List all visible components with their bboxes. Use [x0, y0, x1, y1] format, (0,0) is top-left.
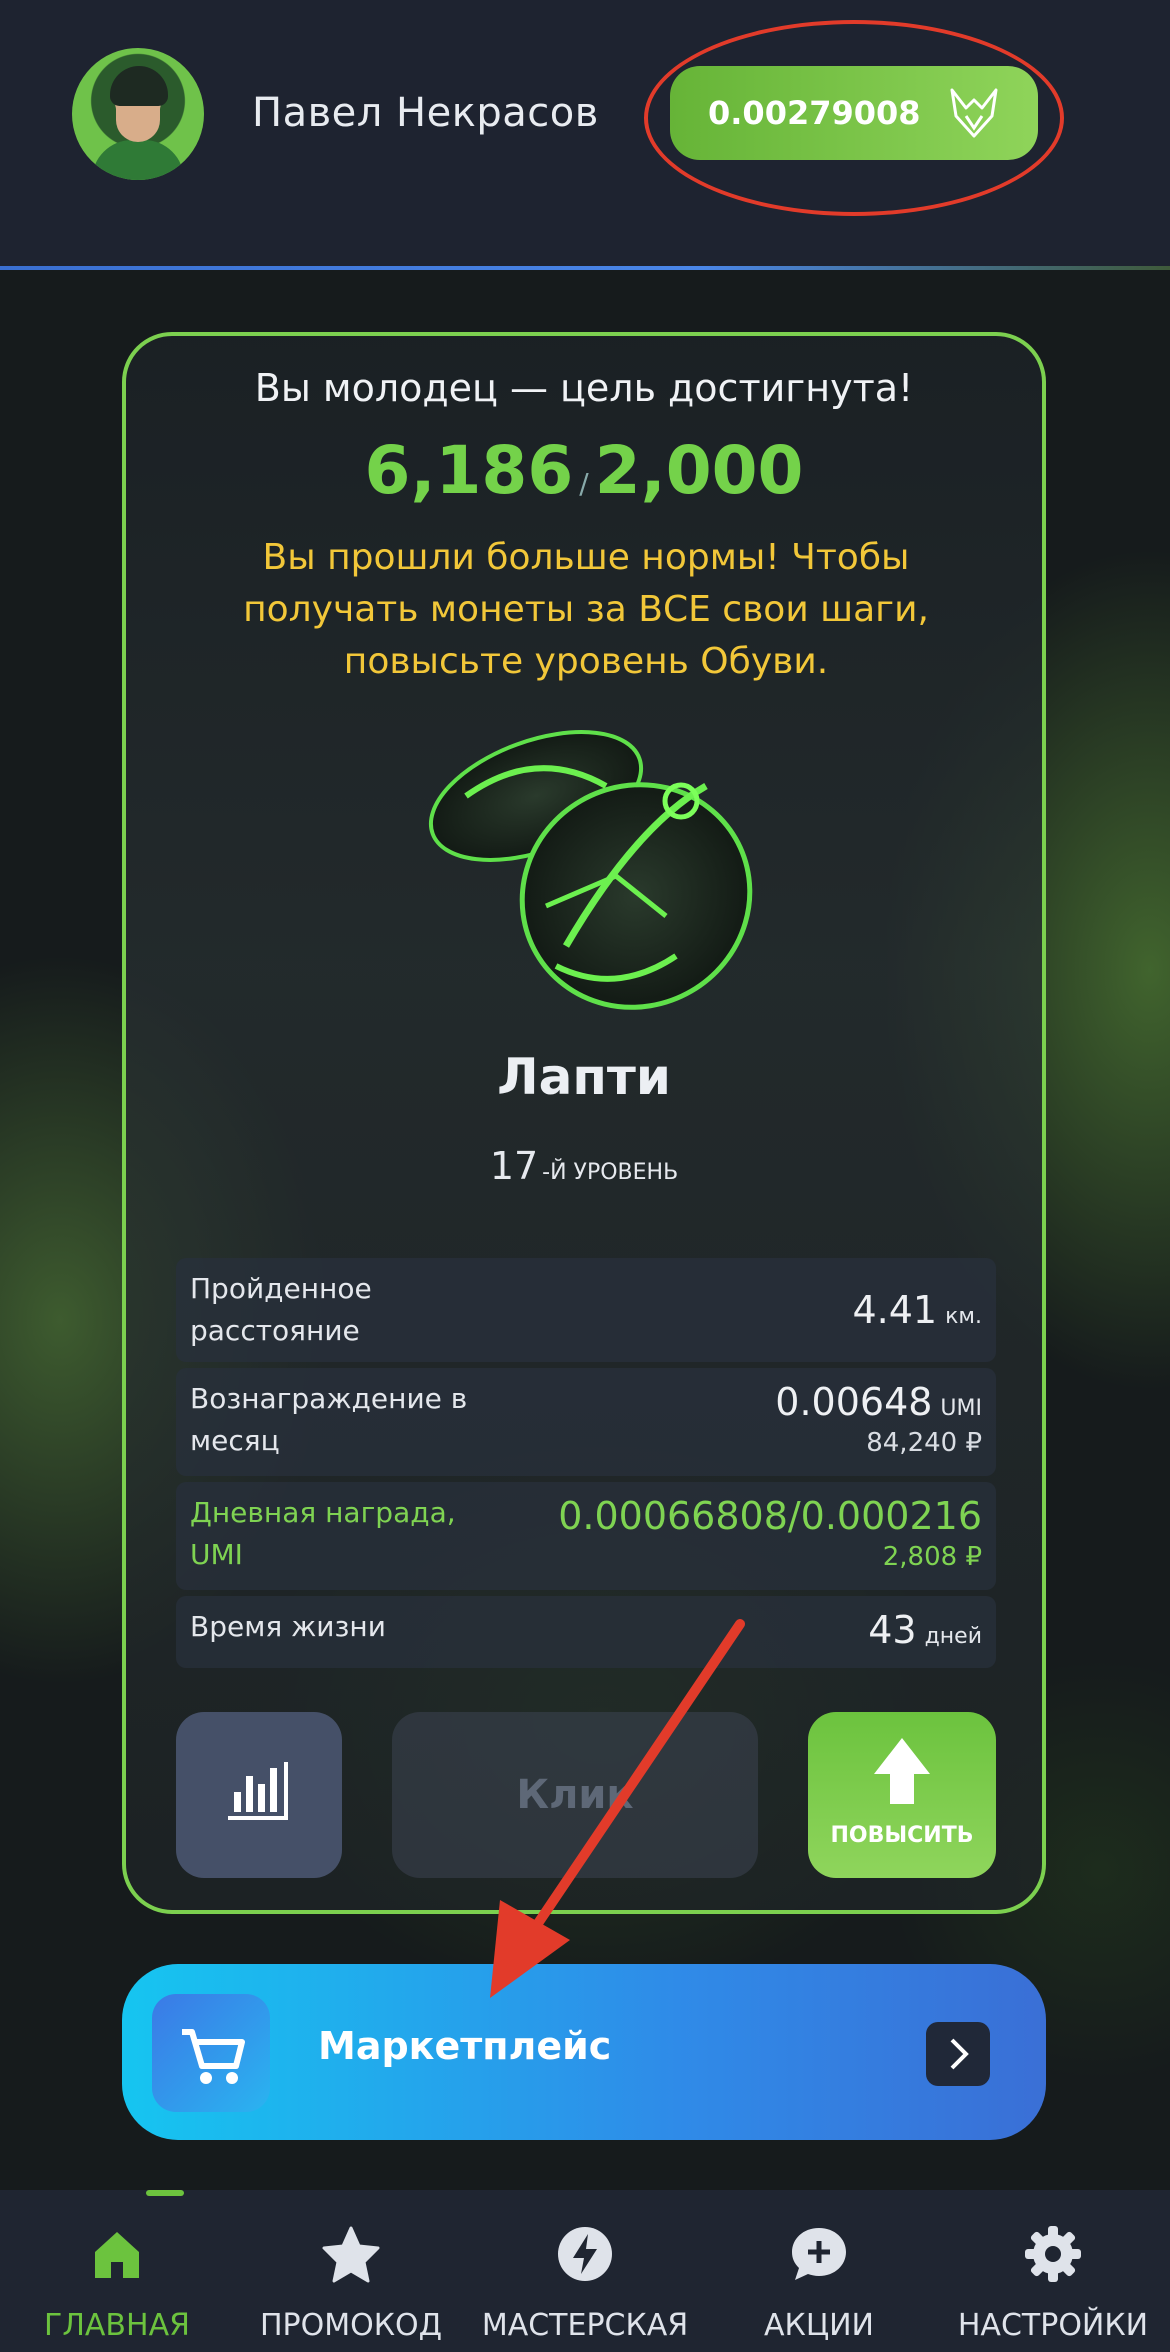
stat-row-distance: Пройденное расстояние 4.41 км.: [176, 1258, 996, 1362]
steps-separator: /: [579, 467, 589, 500]
nav-item-settings[interactable]: НАСТРОЙКИ: [936, 2190, 1170, 2352]
upgrade-button[interactable]: ПОВЫСИТЬ: [808, 1712, 996, 1878]
nav-label: МАСТЕРСКАЯ: [481, 2308, 689, 2343]
shoe-name: Лапти: [497, 1048, 671, 1106]
stat-label: Пройденное расстояние: [190, 1272, 372, 1347]
bar-chart-icon: [228, 1762, 288, 1820]
marketplace-label: Маркетплейс: [318, 2024, 612, 2068]
stat-value: 0.00648: [775, 1380, 933, 1424]
stat-value: 0.00066808/0.000216: [558, 1494, 982, 1538]
shoe-level: 17 -Й УРОВЕНЬ: [126, 1144, 1042, 1188]
stat-value: 43: [868, 1608, 917, 1652]
stat-sub-value: 84,240 ₽: [866, 1428, 982, 1458]
chevron-right-icon: [926, 2022, 990, 2086]
stat-label: Вознаграждение в месяц: [190, 1382, 468, 1457]
avatar[interactable]: [72, 48, 204, 180]
stat-unit: дней: [924, 1624, 982, 1649]
stat-unit: UMI: [940, 1396, 982, 1421]
header: Павел Некрасов 0.00279008: [0, 0, 1170, 270]
steps-done: 6,186: [364, 432, 574, 509]
upgrade-label: ПОВЫСИТЬ: [830, 1823, 974, 1848]
nav-item-home[interactable]: ГЛАВНАЯ: [0, 2190, 234, 2352]
home-icon: [95, 2232, 139, 2278]
user-name: Павел Некрасов: [252, 90, 599, 136]
annotation-arrow: [490, 1619, 745, 1998]
stat-value: 4.41: [852, 1288, 938, 1332]
upgrade-warning: Вы прошли больше нормы! Чтобы получать м…: [243, 537, 929, 682]
steps-goal: 2,000: [594, 432, 804, 509]
goal-title: Вы молодец — цель достигнута!: [254, 366, 914, 410]
gear-icon: [1025, 2226, 1081, 2282]
annotation-ellipse: [644, 20, 1064, 216]
stat-row-monthly-reward: Вознаграждение в месяц 0.00648 UMI 84,240…: [176, 1368, 996, 1476]
nav-label: НАСТРОЙКИ: [957, 2308, 1149, 2343]
arrow-up-icon: [874, 1738, 930, 1804]
nav-item-promocode[interactable]: ПРОМОКОД: [234, 2190, 468, 2352]
bottom-nav: ГЛАВНАЯ ПРОМОКОД МАСТЕРСКАЯ АКЦИИ НАСТРО…: [0, 2190, 1170, 2352]
chat-plus-icon: [792, 2228, 846, 2280]
star-icon: [322, 2226, 380, 2283]
stat-unit: км.: [945, 1304, 982, 1329]
statistics-button[interactable]: [176, 1712, 342, 1878]
nav-item-workshop[interactable]: МАСТЕРСКАЯ: [468, 2190, 702, 2352]
lightning-icon: [558, 2227, 612, 2281]
shoe-image: [428, 730, 753, 1010]
header-divider: [0, 266, 1170, 270]
nav-label: ПРОМОКОД: [259, 2308, 443, 2343]
level-number: 17: [489, 1144, 539, 1188]
nav-item-promotions[interactable]: АКЦИИ: [702, 2190, 936, 2352]
stat-label: Время жизни: [190, 1610, 386, 1643]
cart-icon-box: [152, 1994, 270, 2112]
cart-icon: [182, 2029, 245, 2084]
stat-row-daily-reward: Дневная награда, UMI 0.00066808/0.000216…: [176, 1482, 996, 1590]
stat-sub-value: 2,808 ₽: [882, 1542, 982, 1572]
nav-label: АКЦИИ: [764, 2308, 874, 2343]
steps-counter: 6,186/2,000: [126, 432, 1042, 509]
level-text: -Й УРОВЕНЬ: [542, 1160, 679, 1185]
stat-label: Дневная награда, UMI: [190, 1496, 456, 1571]
nav-label: ГЛАВНАЯ: [44, 2308, 190, 2343]
